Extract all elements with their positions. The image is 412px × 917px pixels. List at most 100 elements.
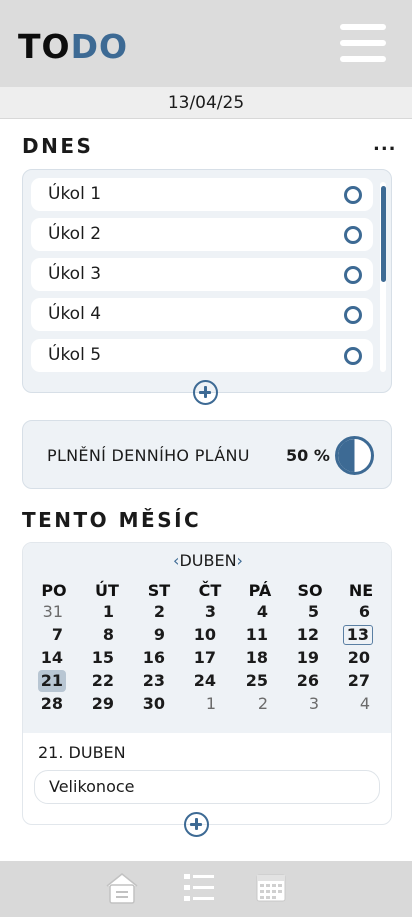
calendar-day[interactable]: 9 [128, 624, 168, 646]
progress-pie-icon [335, 436, 374, 475]
calendar-day[interactable]: 16 [128, 647, 168, 669]
progress-label: PLNĚNÍ DENNÍHO PLÁNU [47, 446, 250, 465]
day-number: 13 [342, 625, 373, 645]
task-item[interactable]: Úkol 3 [31, 258, 373, 291]
day-number: 20 [347, 648, 370, 667]
task-list-scrollbar[interactable] [381, 186, 386, 282]
calendar-day[interactable]: 27 [333, 670, 373, 692]
day-number: 29 [91, 694, 114, 713]
app-logo: TODO [18, 28, 128, 66]
event-item[interactable]: Velikonoce [34, 770, 380, 804]
calendar-day[interactable]: 23 [128, 670, 168, 692]
daily-plan-progress-card: PLNĚNÍ DENNÍHO PLÁNU 50 % [22, 420, 392, 489]
day-number: 17 [193, 648, 216, 667]
calendar-day[interactable]: 17 [179, 647, 219, 669]
day-number: 24 [193, 671, 216, 690]
day-number: 14 [40, 648, 63, 667]
add-event-plus-circle-icon[interactable] [184, 812, 209, 837]
task-item[interactable]: Úkol 1 [31, 178, 373, 211]
day-number: 1 [205, 694, 216, 713]
month-name[interactable]: DUBEN [179, 551, 236, 570]
calendar-day[interactable]: 11 [231, 624, 271, 646]
calendar-day[interactable]: 2 [231, 693, 271, 715]
calendar-day[interactable]: 25 [231, 670, 271, 692]
calendar-day[interactable]: 31 [26, 601, 66, 623]
calendar-day[interactable]: 22 [77, 670, 117, 692]
task-label: Úkol 5 [48, 345, 102, 365]
day-number: 19 [296, 648, 319, 667]
day-number: 21 [37, 670, 66, 692]
task-item[interactable]: Úkol 2 [31, 218, 373, 251]
calendar-icon[interactable] [254, 871, 290, 905]
task-checkbox-icon[interactable] [344, 226, 362, 244]
day-number: 2 [153, 602, 165, 621]
task-checkbox-icon[interactable] [344, 186, 362, 204]
calendar-day[interactable]: 28 [26, 693, 66, 715]
calendar-day[interactable]: 4 [231, 601, 271, 623]
day-number: 10 [193, 625, 216, 644]
calendar-day[interactable]: 7 [26, 624, 66, 646]
app-header: TODO [0, 0, 412, 87]
logo-part-2: DO [70, 27, 129, 66]
calendar-day[interactable]: 14 [26, 647, 66, 669]
day-number: 7 [51, 625, 63, 644]
logo-part-1: TO [18, 27, 71, 66]
task-checkbox-icon[interactable] [344, 347, 362, 365]
task-checkbox-icon[interactable] [344, 266, 362, 284]
more-options-button[interactable]: ... [373, 134, 397, 155]
home-icon[interactable] [104, 871, 140, 905]
calendar-day[interactable]: 2 [128, 601, 168, 623]
task-label: Úkol 2 [48, 224, 102, 244]
calendar-day[interactable]: 1 [77, 601, 117, 623]
task-item[interactable]: Úkol 4 [31, 298, 373, 331]
calendar-day[interactable]: 4 [333, 693, 373, 715]
calendar-day[interactable]: 30 [128, 693, 168, 715]
calendar-day[interactable]: 6 [333, 601, 373, 623]
day-number: 22 [91, 671, 114, 690]
calendar-day[interactable]: 18 [231, 647, 271, 669]
day-number: 12 [296, 625, 319, 644]
day-number: 16 [142, 648, 165, 667]
task-item[interactable]: Úkol 5 [31, 339, 373, 372]
calendar-day[interactable]: 3 [282, 693, 322, 715]
month-section-title: TENTO MĚSÍC [22, 508, 202, 532]
month-calendar-card: ‹DUBEN› PO ÚT ST ČT PÁ SO NE 31 1 2 3 4 5 6 7 8 9 10 11 12 1… [22, 542, 392, 825]
calendar-day[interactable]: 12 [282, 624, 322, 646]
calendar-day[interactable]: 29 [77, 693, 117, 715]
day-number: 8 [102, 625, 114, 644]
calendar-day[interactable]: 26 [282, 670, 322, 692]
calendar-day[interactable]: 5 [282, 601, 322, 623]
calendar-day[interactable]: 15 [77, 647, 117, 669]
day-number: 4 [359, 694, 370, 713]
add-task-plus-circle-icon[interactable] [193, 380, 218, 405]
task-label: Úkol 3 [48, 264, 102, 284]
calendar-day[interactable]: 8 [77, 624, 117, 646]
calendar-day-today[interactable]: 13 [333, 624, 373, 646]
weekday-header: NE [348, 581, 374, 600]
task-label: Úkol 1 [48, 184, 102, 204]
app-screen: TODO 13/04/25 DNES ... Úkol 1 Úkol 2 Úko… [0, 0, 412, 917]
calendar-day[interactable]: 19 [282, 647, 322, 669]
list-icon[interactable] [182, 871, 218, 905]
day-number: 3 [204, 602, 216, 621]
calendar-day[interactable]: 20 [333, 647, 373, 669]
task-checkbox-icon[interactable] [344, 306, 362, 324]
weekday-header: PÁ [248, 581, 272, 600]
calendar-day[interactable]: 24 [179, 670, 219, 692]
weekday-header: PO [41, 581, 67, 600]
calendar-day-selected[interactable]: 21 [26, 670, 66, 692]
calendar-day[interactable]: 3 [179, 601, 219, 623]
day-number: 11 [245, 625, 268, 644]
weekday-header: SO [297, 581, 323, 600]
weekday-header: ST [147, 581, 171, 600]
calendar-day[interactable]: 1 [179, 693, 219, 715]
progress-pie-fill [338, 439, 355, 472]
day-number: 3 [308, 694, 319, 713]
day-number: 15 [91, 648, 114, 667]
task-label: Úkol 4 [48, 304, 102, 324]
hamburger-menu-icon[interactable] [340, 24, 386, 64]
calendar-day[interactable]: 10 [179, 624, 219, 646]
day-number: 26 [296, 671, 319, 690]
selected-date-label: 21. DUBEN [38, 743, 126, 762]
next-month-arrow[interactable]: › [237, 551, 243, 570]
